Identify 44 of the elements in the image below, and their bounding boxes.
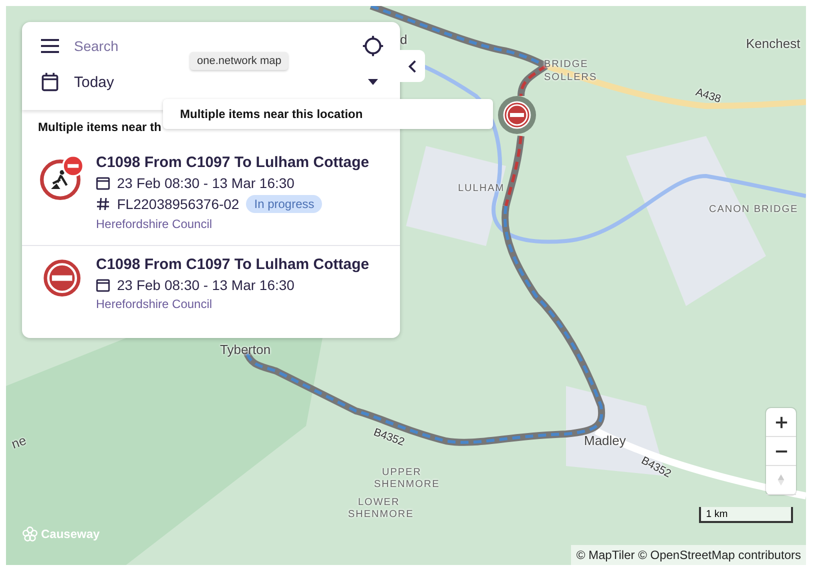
map-label: Madley: [584, 433, 626, 448]
date-dropdown[interactable]: Today: [74, 74, 354, 90]
map-label: d: [400, 32, 408, 47]
collapse-panel-button[interactable]: [400, 50, 425, 82]
map-label: LOWER: [358, 497, 400, 508]
logo-text: Causeway: [41, 527, 100, 541]
hash-icon: [96, 197, 110, 211]
locate-icon[interactable]: [362, 35, 384, 57]
map-label: ne: [9, 432, 28, 452]
authority-name: Herefordshire Council: [96, 217, 214, 231]
tooltip: one.network map: [190, 52, 288, 70]
status-badge: In progress: [246, 195, 322, 213]
plus-icon: [774, 416, 788, 428]
map-label: SHENMORE: [374, 479, 440, 490]
map-label: CANON BRIDGE: [709, 204, 798, 215]
map-label: Kenchest: [746, 36, 800, 51]
map-label: SOLLERS: [544, 72, 598, 83]
date-range: 23 Feb 08:30 - 13 Mar 16:30: [117, 277, 294, 293]
date-range: 23 Feb 08:30 - 13 Mar 16:30: [117, 175, 294, 191]
results-heading: Multiple items near th: [38, 120, 162, 134]
map-label: B4352: [372, 426, 406, 449]
calendar-icon: [40, 72, 60, 92]
map-label: SHENMORE: [348, 509, 414, 520]
result-item[interactable]: C1098 From C1097 To Lulham Cottage 23 Feb 08:30 - 13 Mar 16:30 FL22038956376-02 In progress Herefordshire Council: [22, 144, 400, 245]
chevron-left-icon: [408, 60, 417, 72]
caret-icon[interactable]: [368, 79, 378, 85]
no-entry-marker-icon[interactable]: [497, 95, 537, 135]
map-label: UPPER: [382, 467, 422, 478]
result-title: C1098 From C1097 To Lulham Cottage: [96, 256, 370, 273]
compass-icon: [777, 473, 785, 487]
result-title: C1098 From C1097 To Lulham Cottage: [96, 154, 370, 171]
reference-number: FL22038956376-02: [117, 196, 240, 212]
map-label: Tyberton: [220, 342, 271, 357]
calendar-icon: [96, 278, 110, 292]
result-item[interactable]: C1098 From C1097 To Lulham Cottage 23 Feb 08:30 - 13 Mar 16:30 Herefordshire Council: [22, 245, 400, 325]
map-attribution: © MapTiler © OpenStreetMap contributors: [571, 545, 806, 565]
menu-icon[interactable]: [40, 36, 60, 56]
flower-logo-icon: [22, 526, 38, 542]
calendar-icon: [96, 176, 110, 190]
map-label: A438: [694, 86, 722, 106]
authority-name: Herefordshire Council: [96, 297, 214, 311]
popup-text: Multiple items near this location: [179, 107, 363, 121]
map-label: LULHAM: [458, 183, 505, 194]
scale-label: 1 km: [706, 508, 728, 520]
